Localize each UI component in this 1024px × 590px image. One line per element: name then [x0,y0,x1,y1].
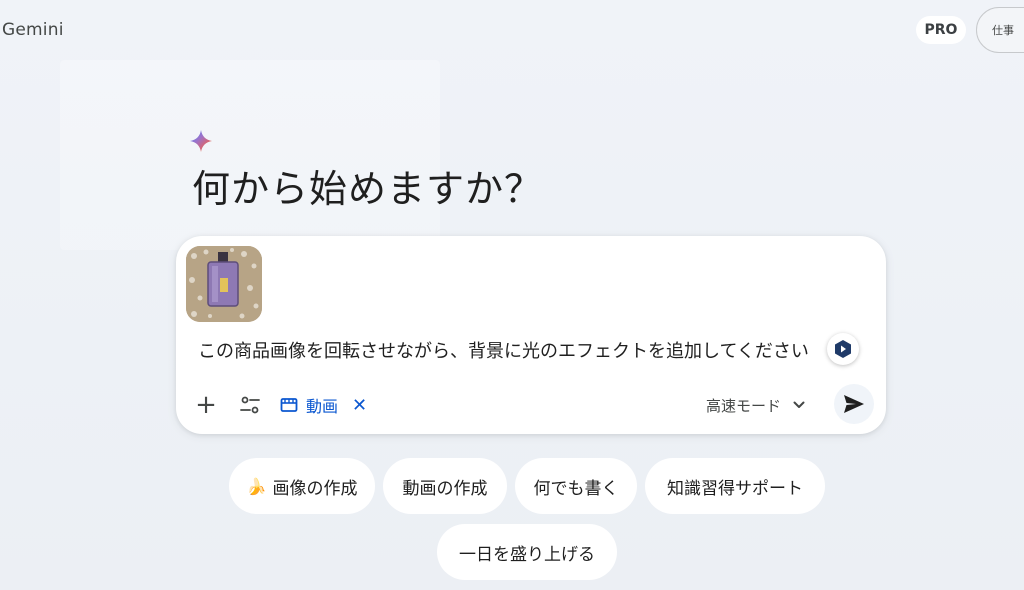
prompt-composer: この商品画像を回転させながら、背景に光のエフェクトを追加してください + 動画 … [176,236,886,434]
tools-button[interactable] [234,389,266,421]
mode-label: 高速モード [706,396,782,415]
mode-select[interactable]: 高速モード [706,391,805,419]
send-button[interactable] [834,384,874,424]
page: Gemini PRO 仕事 何から始めますか？ この商品画像を回転させながら、背… [0,0,1024,590]
send-icon [844,395,864,413]
chevron-down-icon [793,401,805,408]
suggestion-label: 一日を盛り上げる [459,544,595,565]
video-tool-label: 動画 [306,397,339,416]
attachment-thumbnail[interactable] [186,246,262,322]
video-icon [280,398,298,412]
account-work-chip[interactable]: 仕事 [976,7,1024,53]
plus-icon: + [195,390,217,420]
suggestion-label: 知識習得サポート [667,478,803,499]
add-attachment-button[interactable]: + [190,389,222,421]
gemini-sparkle-icon [190,130,212,152]
app-title[interactable]: Gemini [2,20,64,40]
background-panel [60,60,440,250]
pro-badge[interactable]: PRO [916,16,966,44]
suggestion-label: 動画の作成 [402,478,488,499]
suggestion-label: 何でも書く [533,478,619,499]
suggestion-write-anything[interactable]: 何でも書く [515,458,637,514]
suggestion-boost-day[interactable]: 一日を盛り上げる [437,524,617,580]
suggestion-create-video[interactable]: 動画の作成 [383,458,507,514]
tools-icon [240,396,260,414]
extension-icon[interactable] [827,333,859,365]
banana-icon: 🍌 [246,476,267,496]
video-tool-chip[interactable]: 動画 ✕ [280,391,367,419]
prompt-input[interactable]: この商品画像を回転させながら、背景に光のエフェクトを追加してください [198,337,830,363]
suggestion-learning-support[interactable]: 知識習得サポート [645,458,825,514]
work-label: 仕事 [992,24,1014,37]
close-icon[interactable]: ✕ [352,395,367,416]
perfume-bottle-image [186,246,262,322]
suggestion-label: 画像の作成 [272,478,358,499]
greeting-heading: 何から始めますか？ [192,167,544,211]
suggestion-create-image[interactable]: 🍌 画像の作成 [229,458,375,514]
